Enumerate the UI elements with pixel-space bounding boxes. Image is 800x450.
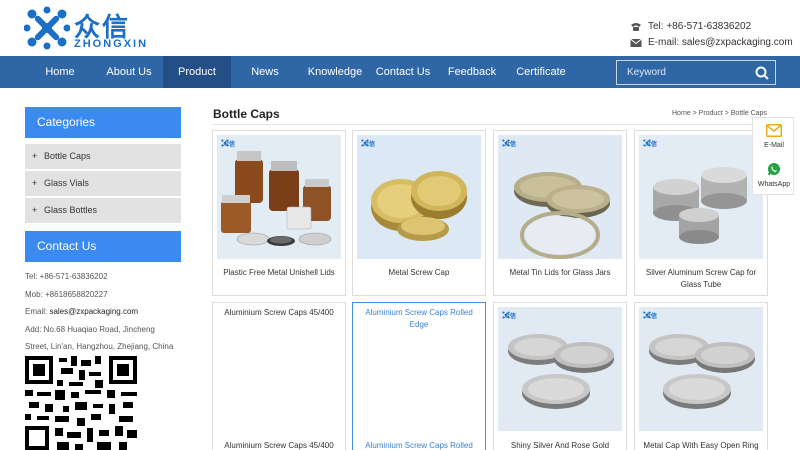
logo-mark-icon xyxy=(643,139,651,147)
floating-contact: E-Mail WhatsApp xyxy=(752,117,794,195)
logo-mark-icon xyxy=(643,311,651,319)
silver-screw-caps-icon xyxy=(639,135,763,259)
nav-knowledge[interactable]: Knowledge xyxy=(304,56,366,88)
product-card-metal-tin-lids[interactable]: 众信 Metal Tin Lids for Glass Jars xyxy=(493,130,627,296)
breadcrumb: Home > Product > Bottle Caps xyxy=(672,110,767,117)
category-label: Glass Vials xyxy=(44,178,89,188)
brand-badge: 众信 xyxy=(502,311,516,320)
category-glass-bottles[interactable]: + Glass Bottles xyxy=(25,198,181,223)
product-card-silver-aluminum-screw-cap[interactable]: 众信 Silver Aluminum Screw Cap for Glass T… xyxy=(634,130,768,296)
brand-badge: 众信 xyxy=(361,139,375,148)
nav-home[interactable]: Home xyxy=(34,56,86,88)
header-email[interactable]: E-mail: sales@zxpackaging.com xyxy=(630,37,793,48)
plus-icon: + xyxy=(32,205,38,215)
search-input[interactable] xyxy=(617,61,747,84)
search-button[interactable] xyxy=(749,61,775,84)
product-image: 众信 xyxy=(498,307,622,431)
header-email-text: E-mail: sales@zxpackaging.com xyxy=(648,37,793,48)
contact-title: Contact Us xyxy=(25,231,181,262)
mail-icon xyxy=(766,124,782,137)
product-image: 众信 xyxy=(357,135,481,259)
product-name[interactable]: Aluminium Screw Caps Rolled Edge xyxy=(357,307,481,331)
product-card-metal-screw-cap[interactable]: 众信 Metal Screw Cap xyxy=(352,130,486,296)
product-card-plastic-free-metal-unishell-lids[interactable]: 众信 Plastic Free Metal Unishell Lids xyxy=(212,130,346,296)
nav-about-us[interactable]: About Us xyxy=(98,56,160,88)
nav-news[interactable]: News xyxy=(243,56,287,88)
product-card-shiny-silver-rose-gold[interactable]: 众信 Shiny Silver And Rose Gold xyxy=(493,302,627,450)
logo-text-en: ZHONGXIN xyxy=(74,38,149,50)
product-name[interactable]: Plastic Free Metal Unishell Lids xyxy=(217,267,341,279)
brand-badge: 众信 xyxy=(502,139,516,148)
product-image: 众信 xyxy=(498,135,622,259)
gold-screw-caps-icon xyxy=(357,135,481,259)
product-name[interactable]: Silver Aluminum Screw Cap for Glass Tube xyxy=(639,267,763,291)
sidebar-address-2: Street, Lin'an, Hangzhou, Zhejiang, Chin… xyxy=(25,342,174,351)
product-name[interactable]: Metal Tin Lids for Glass Jars xyxy=(498,267,622,279)
page-title: Bottle Caps xyxy=(213,107,280,121)
logo[interactable]: 众信 ZHONGXIN xyxy=(24,6,154,50)
brand-badge: 众信 xyxy=(221,139,235,148)
nav-feedback[interactable]: Feedback xyxy=(444,56,500,88)
product-name[interactable]: Aluminium Screw Caps 45/400 xyxy=(217,307,341,319)
sidebar-email-label: Email: xyxy=(25,307,50,316)
header-phone: Tel: +86-571-63836202 xyxy=(630,21,751,32)
product-image: 众信 xyxy=(217,135,341,259)
product-name[interactable]: Metal Cap With Easy Open Ring xyxy=(639,440,763,450)
qr-code-icon xyxy=(25,356,137,450)
product-image: 众信 xyxy=(639,307,763,431)
float-email-button[interactable]: E-Mail xyxy=(753,118,795,156)
header: 众信 ZHONGXIN Tel: +86-571-63836202 E-mail… xyxy=(0,0,800,56)
search-box xyxy=(616,60,776,85)
float-whatsapp-label: WhatsApp xyxy=(757,181,791,188)
category-label: Glass Bottles xyxy=(44,205,98,215)
sidebar-email-link[interactable]: sales@zxpackaging.com xyxy=(49,307,138,316)
categories-title: Categories xyxy=(25,107,181,138)
plus-icon: + xyxy=(32,178,38,188)
product-card-metal-cap-easy-open-ring[interactable]: 众信 Metal Cap With Easy Open Ring xyxy=(634,302,768,450)
brand-badge: 众信 xyxy=(643,311,657,320)
silver-tins-icon xyxy=(639,307,763,431)
sidebar-email: Email: sales@zxpackaging.com xyxy=(25,307,138,316)
category-bottle-caps[interactable]: + Bottle Caps xyxy=(25,144,181,169)
product-caption: Aluminium Screw Caps 45/400 xyxy=(224,441,334,450)
product-name[interactable]: Shiny Silver And Rose Gold xyxy=(498,440,622,450)
product-image: 众信 xyxy=(639,135,763,259)
brand-badge: 众信 xyxy=(643,139,657,148)
float-email-label: E-Mail xyxy=(764,142,784,149)
product-caption: Aluminium Screw Caps Rolled xyxy=(365,441,473,450)
sidebar-address-1: Add: No.68 Huaqiao Road, Jincheng xyxy=(25,325,155,334)
title-divider xyxy=(213,124,776,125)
tin-lids-icon xyxy=(498,135,622,259)
float-whatsapp-button[interactable]: WhatsApp xyxy=(753,157,795,195)
product-card-aluminium-screw-caps-rolled-edge[interactable]: Aluminium Screw Caps Rolled Edge Alumini… xyxy=(352,302,486,450)
search-icon xyxy=(755,66,769,80)
logo-mark-icon xyxy=(24,6,70,50)
plus-icon: + xyxy=(32,151,38,161)
product-name[interactable]: Metal Screw Cap xyxy=(357,267,481,279)
logo-mark-icon xyxy=(502,139,510,147)
logo-mark-icon xyxy=(361,139,369,147)
header-phone-text: Tel: +86-571-63836202 xyxy=(648,21,752,32)
silver-tins-icon xyxy=(498,307,622,431)
logo-mark-icon xyxy=(502,311,510,319)
whatsapp-icon xyxy=(768,163,780,176)
product-card-aluminium-screw-caps-45-400[interactable]: Aluminium Screw Caps 45/400 Aluminium Sc… xyxy=(212,302,346,450)
nav-product[interactable]: Product xyxy=(163,56,231,88)
phone-icon xyxy=(631,22,641,31)
category-glass-vials[interactable]: + Glass Vials xyxy=(25,171,181,196)
sidebar-tel: Tel: +86-571-63836202 xyxy=(25,272,108,281)
amber-jars-icon xyxy=(217,135,341,259)
nav-contact-us[interactable]: Contact Us xyxy=(372,56,434,88)
nav-certificate[interactable]: Certificate xyxy=(512,56,570,88)
mail-icon xyxy=(630,38,642,47)
category-label: Bottle Caps xyxy=(44,151,91,161)
logo-mark-icon xyxy=(221,139,229,147)
sidebar-mob: Mob: +8618658820227 xyxy=(25,290,108,299)
